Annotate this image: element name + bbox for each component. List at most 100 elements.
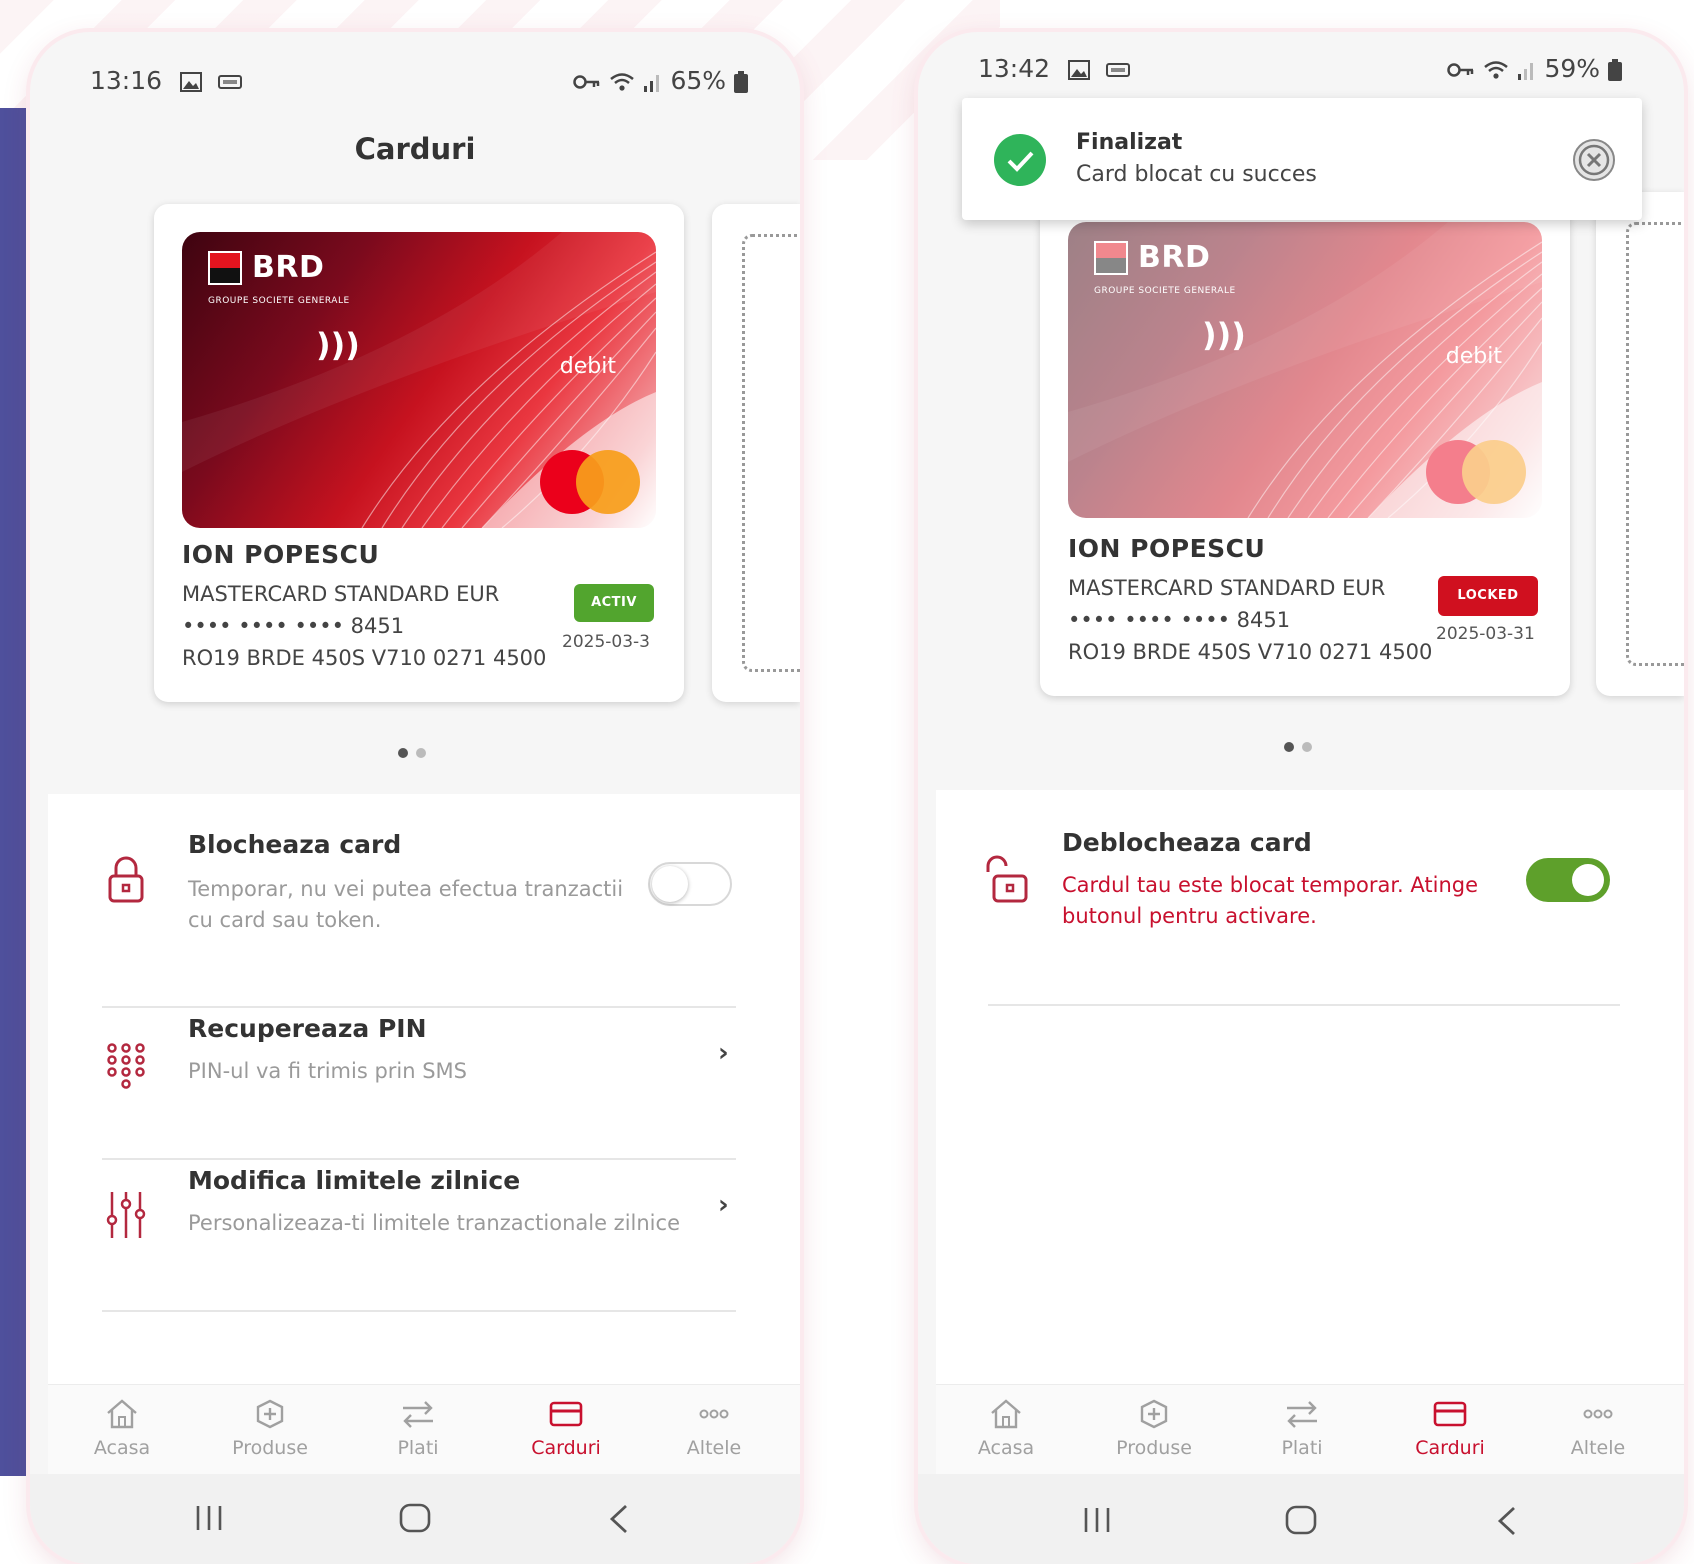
carousel-dots: [398, 748, 426, 758]
nav-item-acasa[interactable]: Acasa: [54, 1399, 190, 1459]
recent-apps-icon[interactable]: [194, 1504, 224, 1532]
recent-apps-icon[interactable]: [1082, 1506, 1112, 1534]
bottom-nav: Acasa Produse Plati Carduri Altele: [936, 1384, 1684, 1475]
success-toast: Finalizat Card blocat cu succes: [962, 98, 1642, 220]
unblock-card-row[interactable]: Deblocheaza card Cardul tau este blocat …: [936, 790, 1684, 970]
more-icon: [699, 1409, 729, 1419]
unblock-card-toggle[interactable]: [1526, 858, 1610, 902]
recover-pin-title: Recupereaza PIN: [188, 1014, 427, 1043]
signal-icon: [1517, 63, 1533, 80]
phone-left: 13:16 65% Carduri BRD GROUPE SOCIETE GEN…: [30, 32, 800, 1564]
card-holder-name: ION POPESCU: [1068, 534, 1266, 563]
contactless-icon: ))): [316, 326, 360, 364]
transfer-icon: [1287, 1401, 1317, 1428]
brand-subtitle: GROUPE SOCIETE GENERALE: [208, 296, 350, 306]
nav-item-plati[interactable]: Plati: [350, 1399, 486, 1459]
carousel-dot-1: [1284, 742, 1294, 752]
transfer-icon: [403, 1401, 433, 1428]
system-nav-bar: [918, 1474, 1684, 1564]
sliders-icon: [106, 1192, 146, 1238]
lock-icon: [108, 856, 144, 903]
status-badge: LOCKED: [1438, 576, 1538, 616]
keypad-icon: [107, 1043, 145, 1089]
toast-message: Card blocat cu succes: [1076, 162, 1317, 187]
card-number: •••• •••• •••• 8451: [182, 614, 405, 638]
home-button-icon[interactable]: [398, 1502, 432, 1534]
status-bar-right: 13:42: [978, 54, 1130, 83]
daily-limits-title: Modifica limitele zilnice: [188, 1166, 521, 1195]
unblock-card-title: Deblocheaza card: [1062, 828, 1312, 857]
divider: [988, 1004, 1620, 1006]
page-title: Carduri: [354, 132, 476, 166]
home-button-icon[interactable]: [1284, 1504, 1318, 1536]
battery-icon: [734, 71, 748, 93]
products-icon: [1140, 1399, 1168, 1429]
status-icons-left: 65%: [572, 66, 748, 95]
gallery-icon: [180, 72, 202, 92]
nav-item-produse[interactable]: Produse: [202, 1399, 338, 1459]
sim-card-icon: [217, 75, 242, 89]
home-icon: [991, 1399, 1021, 1429]
card-image: BRD GROUPE SOCIETE GENERALE ))) debit: [182, 232, 656, 528]
card-options-panel: Blocheaza card Temporar, nu vei putea ef…: [48, 794, 800, 1384]
card-icon: [1433, 1401, 1467, 1427]
brd-logo: BRD: [208, 250, 324, 285]
recover-pin-row[interactable]: Recupereaza PIN PIN-ul va fi trimis prin…: [48, 1008, 800, 1158]
brd-flag-icon: [208, 250, 242, 285]
vpn-key-icon: [572, 75, 599, 89]
close-icon[interactable]: [1572, 138, 1616, 182]
card-expiry: 2025-03-31: [1436, 624, 1535, 644]
status-icons-right: 59%: [1446, 54, 1622, 83]
wifi-icon: [1483, 61, 1508, 79]
next-card-preview[interactable]: [712, 204, 800, 702]
nav-item-carduri[interactable]: Carduri: [498, 1399, 634, 1459]
status-bar-left: 13:16: [90, 66, 242, 95]
wifi-icon: [609, 73, 634, 91]
card-holder-name: ION POPESCU: [182, 540, 380, 569]
nav-item-carduri[interactable]: Carduri: [1382, 1399, 1518, 1459]
nav-item-altele[interactable]: Altele: [1530, 1399, 1666, 1459]
check-circle-icon: [994, 134, 1046, 186]
nav-item-altele[interactable]: Altele: [646, 1399, 782, 1459]
nav-item-plati[interactable]: Plati: [1234, 1399, 1370, 1459]
block-card-title: Blocheaza card: [188, 830, 402, 859]
card-iban: RO19 BRDE 450S V710 0271 4500: [182, 646, 547, 670]
phone-right: 13:42 59% BRD GROUPE SOCIETE GENERALE))…: [918, 32, 1684, 1564]
card-options-panel: Deblocheaza card Cardul tau este blocat …: [936, 790, 1684, 1384]
products-icon: [256, 1399, 284, 1429]
brd-logo: BRD: [1094, 240, 1210, 275]
card-product: MASTERCARD STANDARD EUR: [1068, 576, 1386, 600]
nav-item-produse[interactable]: Produse: [1086, 1399, 1222, 1459]
unblock-card-subtitle: Cardul tau este blocat temporar. Atinge …: [1062, 873, 1479, 928]
recover-pin-subtitle: PIN-ul va fi trimis prin SMS: [188, 1059, 468, 1083]
system-nav-bar: [30, 1474, 800, 1564]
home-icon: [107, 1399, 137, 1429]
bottom-nav: Acasa Produse Plati Carduri Altele: [48, 1384, 800, 1475]
card-iban: RO19 BRDE 450S V710 0271 4500: [1068, 640, 1433, 664]
signal-icon: [643, 75, 659, 92]
contactless-icon: ))): [1202, 316, 1246, 354]
card-type-label: debit: [1445, 344, 1502, 369]
status-time: 13:16: [90, 66, 163, 95]
card-expiry: 2025-03-3: [562, 632, 650, 652]
carousel-dot-2: [416, 748, 426, 758]
next-card-preview[interactable]: [1596, 192, 1684, 696]
nav-item-acasa[interactable]: Acasa: [938, 1399, 1074, 1459]
back-icon[interactable]: [608, 1504, 630, 1534]
carousel-dot-1: [398, 748, 408, 758]
card-tile[interactable]: BRD GROUPE SOCIETE GENERALE ))) debit IO…: [154, 204, 684, 702]
back-icon[interactable]: [1496, 1506, 1518, 1536]
status-badge: ACTIV: [574, 584, 654, 622]
daily-limits-row[interactable]: Modifica limitele zilnice Personalizeaza…: [48, 1160, 800, 1310]
chevron-right-icon: ›: [718, 1038, 729, 1068]
divider: [102, 1310, 736, 1312]
block-card-row[interactable]: Blocheaza card Temporar, nu vei putea ef…: [48, 794, 800, 974]
card-type-label: debit: [559, 354, 616, 379]
block-card-toggle[interactable]: [648, 862, 732, 906]
chevron-right-icon: ›: [718, 1190, 729, 1220]
card-icon: [549, 1401, 583, 1427]
block-card-subtitle: Temporar, nu vei putea efectua tranzacti…: [188, 877, 624, 932]
unlock-icon: [986, 855, 1028, 903]
card-tile[interactable]: BRD GROUPE SOCIETE GENERALE ))) debit IO…: [1040, 192, 1570, 696]
carousel-dot-2: [1302, 742, 1312, 752]
